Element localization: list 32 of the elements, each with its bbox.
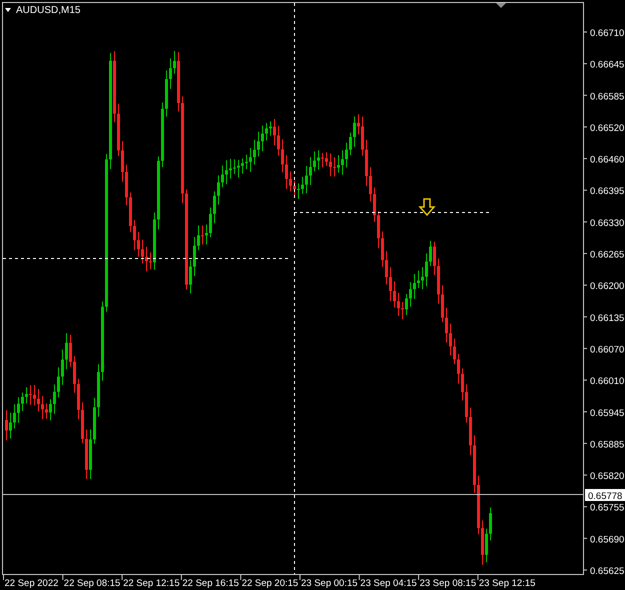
time-label: 23 Sep 04:15	[360, 578, 417, 589]
price-label: 0.66395	[590, 186, 624, 198]
price-label: 0.65755	[590, 502, 624, 514]
price-label: 0.66135	[590, 312, 624, 324]
down-arrow-icon	[418, 198, 436, 216]
price-label: 0.66460	[590, 154, 624, 166]
triangle-icon	[5, 8, 11, 12]
triangle-icon	[496, 3, 506, 8]
price-label: 0.66200	[590, 281, 624, 292]
current-price-tag: 0.65778	[585, 489, 625, 502]
price-label: 0.65690	[590, 534, 624, 546]
time-label: 23 Sep 00:15	[301, 578, 358, 589]
price-label: 0.66070	[590, 344, 624, 356]
time-label: 23 Sep 12:15	[478, 578, 536, 589]
price-label: 0.65945	[590, 408, 624, 419]
price-label: 0.65625	[590, 566, 624, 577]
price-label: 0.66585	[590, 91, 624, 102]
price-label: 0.66010	[590, 376, 624, 388]
price-label: 0.66330	[590, 218, 624, 229]
time-label: 22 Sep 20:15	[242, 578, 298, 589]
time-label: 23 Sep 08:15	[420, 578, 476, 589]
time-label: 22 Sep 12:15	[123, 578, 180, 589]
time-label: 22 Sep 2022	[4, 578, 58, 589]
price-label: 0.66265	[590, 250, 624, 261]
time-label: 22 Sep 16:15	[182, 578, 239, 589]
price-label: 0.65820	[590, 471, 624, 482]
price-label: 0.66645	[590, 60, 624, 71]
price-label: 0.66710	[590, 28, 624, 39]
price-label: 0.66520	[590, 122, 624, 134]
chart-title: AUDUSD,M15	[16, 5, 80, 16]
price-label: 0.65885	[590, 439, 624, 450]
time-label: 22 Sep 08:15	[64, 578, 120, 589]
